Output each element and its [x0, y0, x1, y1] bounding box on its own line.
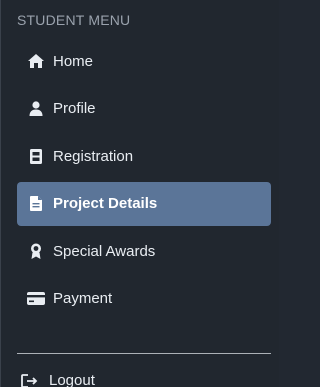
sidebar-item-label: Home [53, 52, 94, 70]
sidebar-item-label: Registration [53, 147, 134, 165]
sidebar-item-label: Profile [53, 100, 96, 117]
credit-card-icon [27, 290, 45, 308]
menu-heading: STUDENT MENU [17, 12, 131, 28]
sidebar-item-payment[interactable]: Payment [17, 277, 271, 321]
home-icon [27, 52, 45, 70]
logout-label: Logout [49, 372, 95, 387]
sidebar-item-project-details[interactable]: Project Details [17, 181, 271, 226]
sidebar-item-label: Payment [53, 290, 113, 307]
sidebar-item-special-awards[interactable]: Special Awards [17, 229, 271, 273]
menu-divider [17, 353, 271, 354]
student-menu: Home Profile Registration Project Detail… [17, 39, 271, 324]
id-card-icon [27, 147, 45, 165]
sidebar-item-registration[interactable]: Registration [17, 134, 271, 178]
sidebar-item-label: Special Awards [53, 242, 156, 260]
logout-icon [21, 373, 41, 387]
logout-button[interactable]: Logout [21, 372, 95, 387]
award-icon [27, 242, 45, 260]
sidebar-item-home[interactable]: Home [17, 39, 271, 83]
document-icon [27, 195, 45, 213]
user-icon [27, 100, 45, 118]
sidebar-item-profile[interactable]: Profile [17, 87, 271, 131]
sidebar-item-label: Project Details [53, 195, 158, 212]
sidebar: STUDENT MENU Home Profile Registration P… [0, 0, 279, 387]
